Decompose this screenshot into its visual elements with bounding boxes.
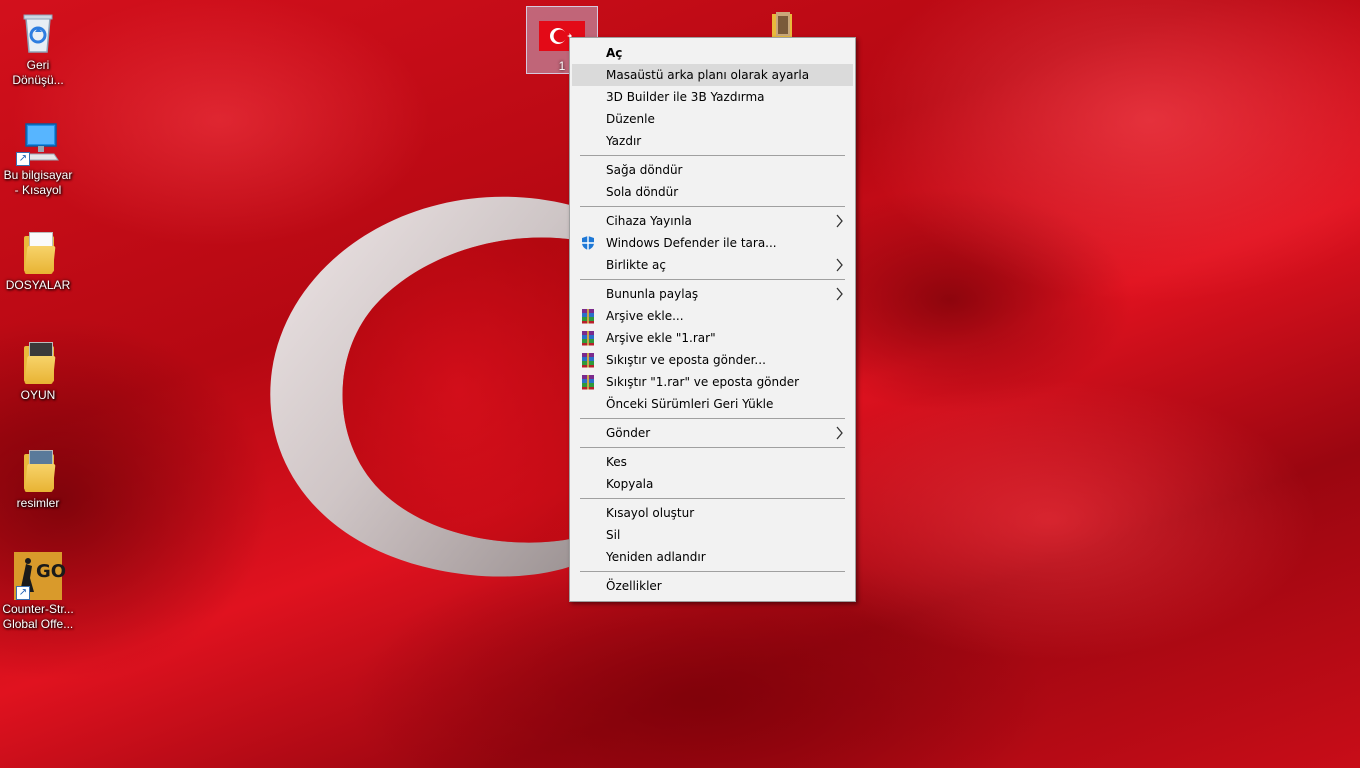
menu-item-label: Arşive ekle "1.rar" bbox=[606, 331, 716, 345]
winrar-icon bbox=[580, 308, 596, 324]
menu-separator bbox=[580, 498, 845, 499]
desktop-icon-label: Bu bilgisayar - Kısayol bbox=[3, 168, 73, 197]
shortcut-arrow-icon: ↗ bbox=[16, 586, 30, 600]
menu-item-cihaza-yayinla[interactable]: Cihaza Yayınla bbox=[572, 210, 853, 232]
folder-icon[interactable] bbox=[770, 12, 804, 40]
shortcut-arrow-icon: ↗ bbox=[16, 152, 30, 166]
menu-item-gonder[interactable]: Gönder bbox=[572, 422, 853, 444]
menu-item-birlikte-ac[interactable]: Birlikte aç bbox=[572, 254, 853, 276]
menu-item-label: Masaüstü arka planı olarak ayarla bbox=[606, 68, 810, 82]
desktop[interactable]: Geri Dönüşü... ↗ Bu bilgisayar - Kısayol… bbox=[0, 0, 1360, 768]
menu-item-3d-builder-ile-3b-yazdirma[interactable]: 3D Builder ile 3B Yazdırma bbox=[572, 86, 853, 108]
menu-item-label: Sağa döndür bbox=[606, 163, 683, 177]
menu-item-label: Sil bbox=[606, 528, 621, 542]
folder-icon bbox=[14, 228, 62, 276]
folder-icon bbox=[14, 338, 62, 386]
menu-item-duzenle[interactable]: Düzenle bbox=[572, 108, 853, 130]
menu-item-label: Yeniden adlandır bbox=[606, 550, 706, 564]
desktop-icon-this-pc[interactable]: ↗ Bu bilgisayar - Kısayol bbox=[0, 118, 76, 198]
menu-item-kisayol-olustur[interactable]: Kısayol oluştur bbox=[572, 502, 853, 524]
menu-item-label: Bununla paylaş bbox=[606, 287, 699, 301]
desktop-icon-label: OYUN bbox=[20, 388, 56, 402]
winrar-icon bbox=[580, 330, 596, 346]
menu-item-label: Kopyala bbox=[606, 477, 654, 491]
windows-defender-icon bbox=[580, 235, 596, 251]
menu-item-label: Önceki Sürümleri Geri Yükle bbox=[606, 397, 774, 411]
menu-item-label: Aç bbox=[606, 46, 623, 60]
computer-icon: ↗ bbox=[14, 118, 62, 166]
csgo-logo-text: GO bbox=[36, 561, 67, 582]
menu-item-label: Sola döndür bbox=[606, 185, 679, 199]
menu-separator bbox=[580, 279, 845, 280]
winrar-icon bbox=[580, 352, 596, 368]
desktop-icon-csgo[interactable]: GO ↗ Counter-Str... Global Offe... bbox=[0, 552, 76, 632]
desktop-icon-recycle-bin[interactable]: Geri Dönüşü... bbox=[0, 8, 76, 88]
recycle-bin-icon bbox=[14, 8, 62, 56]
menu-item-yazdir[interactable]: Yazdır bbox=[572, 130, 853, 152]
menu-item-label: Birlikte aç bbox=[606, 258, 666, 272]
menu-item-onceki-surumleri-geri-yukle[interactable]: Önceki Sürümleri Geri Yükle bbox=[572, 393, 853, 415]
menu-item-masaustu-arka-plani-olarak-ayarla[interactable]: Masaüstü arka planı olarak ayarla bbox=[572, 64, 853, 86]
menu-item-label: Düzenle bbox=[606, 112, 655, 126]
menu-separator bbox=[580, 155, 845, 156]
menu-item-label: Sıkıştır ve eposta gönder... bbox=[606, 353, 766, 367]
chevron-right-icon bbox=[835, 283, 845, 305]
folder-icon bbox=[14, 446, 62, 494]
csgo-game-icon: GO ↗ bbox=[14, 552, 66, 600]
menu-item-arsive-ekle-1-rar[interactable]: Arşive ekle "1.rar" bbox=[572, 327, 853, 349]
menu-item-yeniden-adlandir[interactable]: Yeniden adlandır bbox=[572, 546, 853, 568]
desktop-icon-label: resimler bbox=[16, 496, 60, 510]
chevron-right-icon bbox=[835, 254, 845, 276]
menu-item-kes[interactable]: Kes bbox=[572, 451, 853, 473]
desktop-icon-dosyalar[interactable]: DOSYALAR bbox=[0, 228, 76, 293]
menu-separator bbox=[580, 571, 845, 572]
menu-item-ozellikler[interactable]: Özellikler bbox=[572, 575, 853, 597]
menu-separator bbox=[580, 206, 845, 207]
menu-item-sikistir-ve-eposta-gonder[interactable]: Sıkıştır ve eposta gönder... bbox=[572, 349, 853, 371]
menu-separator bbox=[580, 418, 845, 419]
menu-item-label: Yazdır bbox=[606, 134, 642, 148]
menu-item-label: Özellikler bbox=[606, 579, 662, 593]
menu-item-label: Arşive ekle... bbox=[606, 309, 684, 323]
menu-item-arsive-ekle[interactable]: Arşive ekle... bbox=[572, 305, 853, 327]
menu-item-label: Cihaza Yayınla bbox=[606, 214, 692, 228]
context-menu: Aç Masaüstü arka planı olarak ayarla 3D Bu… bbox=[569, 37, 856, 602]
menu-item-sikistir-1-rar-ve-eposta-gonder[interactable]: Sıkıştır "1.rar" ve eposta gönder bbox=[572, 371, 853, 393]
menu-item-label: Gönder bbox=[606, 426, 651, 440]
menu-item-label: Windows Defender ile tara... bbox=[606, 236, 777, 250]
desktop-icon-label: Geri Dönüşü... bbox=[12, 58, 64, 87]
menu-item-sil[interactable]: Sil bbox=[572, 524, 853, 546]
chevron-right-icon bbox=[835, 210, 845, 232]
desktop-icon-label: Counter-Str... Global Offe... bbox=[2, 602, 74, 631]
desktop-icon-oyun[interactable]: OYUN bbox=[0, 338, 76, 403]
chevron-right-icon bbox=[835, 422, 845, 444]
menu-separator bbox=[580, 447, 845, 448]
menu-item-label: Sıkıştır "1.rar" ve eposta gönder bbox=[606, 375, 800, 389]
menu-item-label: 3D Builder ile 3B Yazdırma bbox=[606, 90, 765, 104]
menu-item-windows-defender-ile-tara[interactable]: Windows Defender ile tara... bbox=[572, 232, 853, 254]
desktop-icon-label: DOSYALAR bbox=[5, 278, 71, 292]
winrar-icon bbox=[580, 374, 596, 390]
menu-item-label: Kısayol oluştur bbox=[606, 506, 695, 520]
menu-item-ac[interactable]: Aç bbox=[572, 42, 853, 64]
menu-item-bununla-paylas[interactable]: Bununla paylaş bbox=[572, 283, 853, 305]
menu-item-label: Kes bbox=[606, 455, 627, 469]
menu-item-kopyala[interactable]: Kopyala bbox=[572, 473, 853, 495]
menu-item-saga-dondur[interactable]: Sağa döndür bbox=[572, 159, 853, 181]
menu-item-sola-dondur[interactable]: Sola döndür bbox=[572, 181, 853, 203]
desktop-icon-resimler[interactable]: resimler bbox=[0, 446, 76, 511]
